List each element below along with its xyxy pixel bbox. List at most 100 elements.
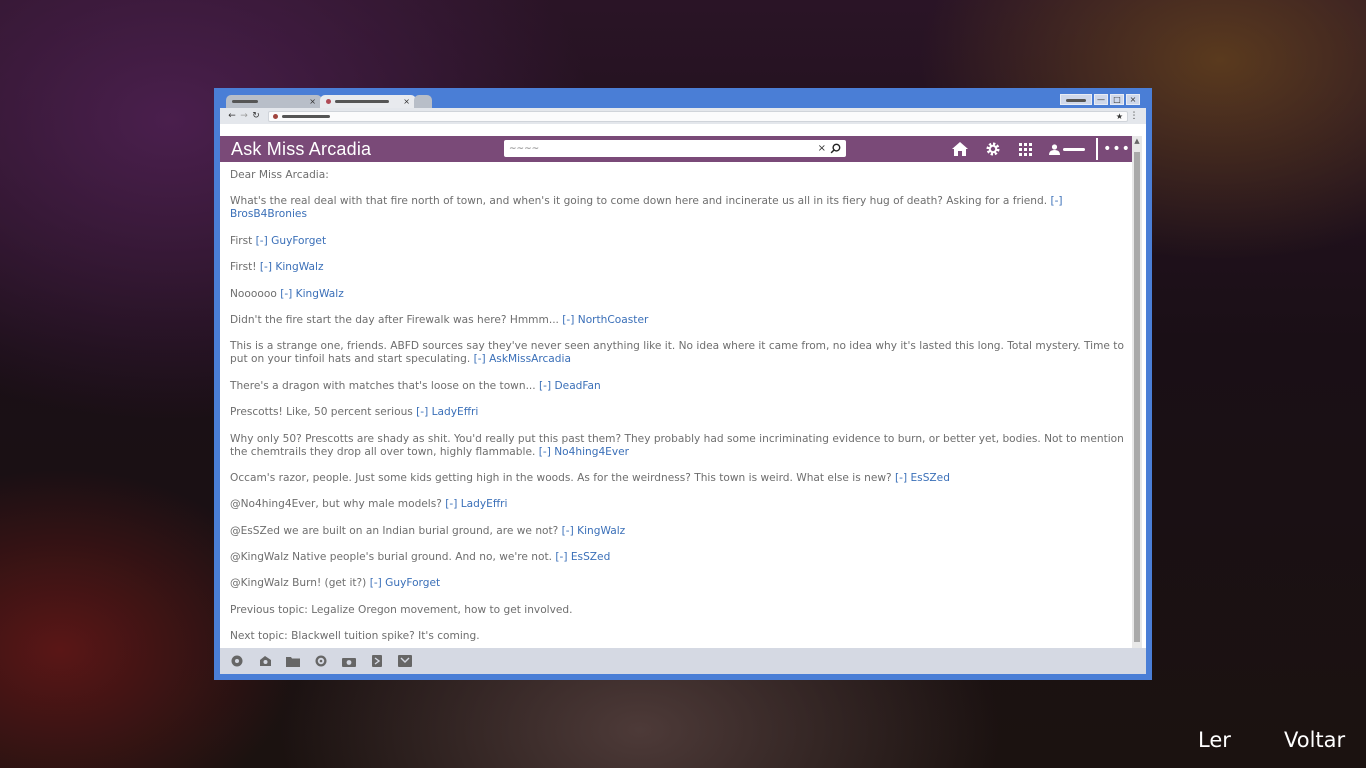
tab-title-scribble [232, 100, 258, 103]
collapse-post-link[interactable]: [-] [562, 525, 577, 537]
collapse-post-link[interactable]: [-] [445, 498, 460, 510]
user-account-button[interactable] [1042, 136, 1092, 162]
post-author-link[interactable]: KingWalz [275, 261, 323, 273]
collapse-post-link[interactable]: [-] [260, 261, 275, 273]
url-field[interactable]: ★ [268, 110, 1128, 122]
search-icon[interactable] [830, 143, 841, 154]
post-text: First! [230, 261, 260, 274]
post-spacer [230, 419, 1130, 432]
start-icon[interactable] [230, 654, 244, 668]
camera-icon[interactable] [342, 654, 356, 668]
post-item: Didn't the fire start the day after Fire… [230, 314, 1130, 327]
forward-arrow-icon[interactable]: → [238, 111, 250, 121]
username-scribble [1063, 147, 1085, 151]
collapse-post-link[interactable]: [-] [1050, 195, 1062, 207]
apps-grid-icon[interactable] [1009, 136, 1042, 162]
mail-icon[interactable] [398, 654, 412, 668]
post-author-link[interactable]: No4hing4Ever [554, 446, 629, 458]
scroll-thumb[interactable] [1134, 152, 1140, 642]
new-tab-button[interactable] [414, 95, 432, 108]
browser-menu-icon[interactable]: ⋮ [1128, 111, 1140, 121]
post-text: Didn't the fire start the day after Fire… [230, 313, 563, 326]
post-item: @KingWalz Native people's burial ground.… [230, 551, 1130, 564]
page-scrollbar[interactable]: ▲ ▼ [1132, 136, 1142, 663]
window-controls: — □ × [1060, 94, 1140, 105]
close-window-button[interactable]: × [1126, 94, 1140, 105]
back-arrow-icon[interactable]: ← [226, 111, 238, 121]
address-bar: ← → ↻ ★ ⋮ [220, 108, 1146, 124]
collapse-post-link[interactable]: [-] [539, 380, 554, 392]
browser-app-icon[interactable] [258, 654, 272, 668]
collapse-post-link[interactable]: [-] [416, 406, 431, 418]
post-item: @KingWalz Burn! (get it?) [-] GuyForget [230, 577, 1130, 590]
post-author-link[interactable]: AskMissArcadia [489, 353, 571, 365]
post-item: Dear Miss Arcadia: [230, 169, 1130, 182]
post-author-link[interactable]: LadyEffri [461, 498, 508, 510]
url-scribble [282, 114, 330, 118]
user-icon [1049, 143, 1060, 155]
post-text: @No4hing4Ever, but why male models? [230, 498, 446, 511]
post-text: First [230, 234, 256, 247]
post-author-link[interactable]: GuyForget [271, 235, 326, 247]
collapse-post-link[interactable]: [-] [555, 551, 570, 563]
post-spacer [230, 538, 1130, 551]
tab-close-icon[interactable]: × [403, 97, 410, 106]
post-text: There's a dragon with matches that's loo… [230, 379, 540, 392]
minimize-button[interactable]: — [1094, 94, 1108, 105]
post-item: This is a strange one, friends. ABFD sou… [230, 340, 1130, 366]
bookmark-star-icon[interactable]: ★ [1116, 112, 1123, 121]
post-author-link[interactable]: LadyEffri [432, 406, 479, 418]
collapse-post-link[interactable]: [-] [474, 353, 489, 365]
site-title: Ask Miss Arcadia [231, 138, 372, 159]
tab-title-scribble [335, 100, 389, 103]
clear-search-icon[interactable]: × [818, 143, 826, 154]
home-icon[interactable] [943, 136, 976, 162]
post-author-link[interactable]: BrosB4Bronies [230, 208, 307, 220]
collapse-post-link[interactable]: [-] [562, 314, 577, 326]
more-options-icon[interactable]: ••• [1102, 136, 1132, 162]
post-thread: Dear Miss Arcadia: What's the real deal w… [230, 169, 1130, 643]
post-author-link[interactable]: KingWalz [296, 288, 344, 300]
collapse-post-link[interactable]: [-] [539, 446, 554, 458]
site-favicon-icon [273, 113, 278, 119]
post-item: Previous topic: Legalize Oregon movement… [230, 604, 1130, 617]
document-icon[interactable] [370, 654, 384, 668]
search-input[interactable] [509, 143, 818, 154]
gear-icon[interactable] [976, 136, 1009, 162]
browser-window: × × — □ × ← → ↻ ★ ⋮ Ask Miss Arcadia ~~~… [214, 88, 1152, 680]
scroll-up-icon[interactable]: ▲ [1132, 136, 1142, 146]
post-text: @KingWalz Native people's burial ground.… [230, 551, 556, 564]
post-text: Why only 50? Prescotts are shady as shit… [230, 432, 1124, 458]
back-button[interactable]: Voltar [1284, 728, 1345, 752]
read-button[interactable]: Ler [1198, 728, 1231, 752]
post-item: First! [-] KingWalz [230, 261, 1130, 274]
post-text: @KingWalz Burn! (get it?) [230, 577, 370, 590]
post-author-link[interactable]: EsSZed [910, 472, 949, 484]
post-item: Next topic: Blackwell tuition spike? It'… [230, 630, 1130, 643]
collapse-post-link[interactable]: [-] [256, 235, 271, 247]
maximize-button[interactable]: □ [1110, 94, 1124, 105]
collapse-post-link[interactable]: [-] [895, 472, 910, 484]
clock-icon[interactable] [314, 654, 328, 668]
collapse-post-link[interactable]: [-] [370, 577, 385, 589]
tab-close-icon[interactable]: × [309, 97, 316, 106]
bottom-taskbar [220, 648, 1146, 674]
site-header: Ask Miss Arcadia × [220, 136, 1132, 162]
tab-active[interactable]: × [320, 95, 416, 108]
reload-icon[interactable]: ↻ [250, 111, 262, 121]
header-icons: ••• [943, 136, 1132, 162]
post-spacer [230, 393, 1130, 406]
post-author-link[interactable]: EsSZed [571, 551, 610, 563]
post-item: @No4hing4Ever, but why male models? [-] … [230, 498, 1130, 511]
post-spacer [230, 248, 1130, 261]
post-author-link[interactable]: DeadFan [555, 380, 601, 392]
collapse-post-link[interactable]: [-] [280, 288, 295, 300]
tab-inactive[interactable]: × [226, 95, 322, 108]
post-author-link[interactable]: KingWalz [577, 525, 625, 537]
post-item: @EsSZed we are built on an Indian burial… [230, 525, 1130, 538]
post-author-link[interactable]: NorthCoaster [578, 314, 649, 326]
window-profile-badge[interactable] [1060, 94, 1092, 105]
folder-icon[interactable] [286, 654, 300, 668]
search-box: × [504, 140, 846, 157]
post-author-link[interactable]: GuyForget [385, 577, 440, 589]
